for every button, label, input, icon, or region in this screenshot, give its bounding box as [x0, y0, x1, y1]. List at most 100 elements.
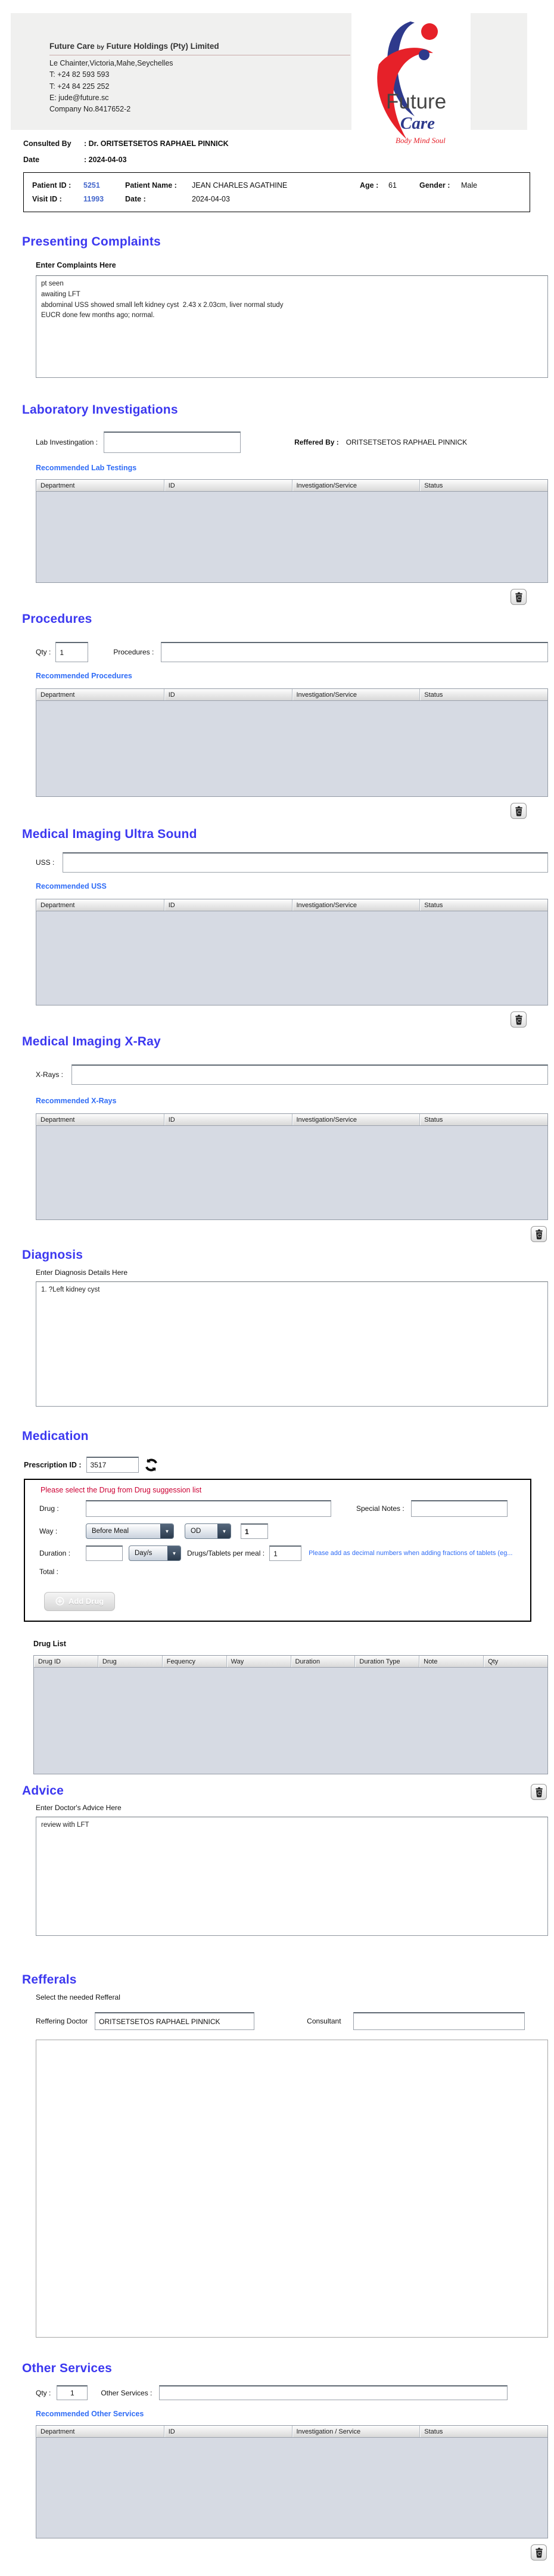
procedures-delete-button[interactable] [511, 803, 527, 819]
lab-table-header: Department ID Investigation/Service Status [36, 480, 547, 492]
uss-delete-button[interactable] [511, 1011, 527, 1028]
way-select[interactable]: Before Meal ▼ [86, 1523, 174, 1539]
drug-list-delete-button[interactable] [531, 1784, 547, 1800]
other-services-heading: Other Services [22, 2361, 113, 2375]
other-services-table-body[interactable] [36, 2438, 547, 2538]
column-header: Duration Type [355, 1656, 420, 1667]
trash-icon [535, 1787, 543, 1797]
other-services-trash-row [0, 2544, 554, 2561]
prescription-id-input[interactable] [86, 1457, 139, 1473]
visit-id-label: Visit ID : [32, 195, 62, 203]
medication-heading: Medication [22, 1429, 89, 1443]
duration-type-select[interactable]: Day/s ▼ [129, 1545, 181, 1561]
xray-recommendations-table: Department ID Investigation/Service Status [36, 1113, 548, 1220]
advice-heading: Advice [22, 1784, 64, 1798]
recommended-other-services-label: Recommended Other Services [36, 2410, 144, 2418]
uss-recommendations-table: Department ID Investigation/Service Status [36, 899, 548, 1005]
drug-list-table: Drug ID Drug Fequency Way Duration Duration T… [33, 1655, 548, 1774]
recommended-lab-label: Recommended Lab Testings [36, 464, 137, 472]
procedures-input-row: Qty : Procedures : [36, 642, 554, 662]
column-header: ID [164, 899, 292, 911]
special-notes-input[interactable] [411, 1500, 508, 1517]
column-header: Duration [291, 1656, 356, 1667]
lab-trash-row [0, 589, 554, 605]
duration-type-selected-value: Day/s [135, 1550, 152, 1557]
duration-input[interactable] [86, 1545, 123, 1561]
complaints-textarea[interactable]: pt seen awaiting LFT abdominal USS showe… [36, 275, 548, 378]
refresh-prescription-button[interactable] [144, 1457, 159, 1473]
procedures-qty-label: Qty : [36, 648, 51, 656]
column-header: Investigation / Service [292, 2426, 421, 2437]
lab-delete-button[interactable] [511, 589, 527, 605]
duration-row: Duration : Day/s ▼ Drugs/Tablets per mea… [39, 1545, 519, 1561]
drug-table-body[interactable] [34, 1668, 547, 1774]
lab-table-body[interactable] [36, 492, 547, 582]
lab-investigation-input[interactable] [104, 432, 241, 453]
procedures-heading: Procedures [22, 612, 92, 626]
duration-label: Duration : [39, 1549, 71, 1557]
procedures-qty-input[interactable] [55, 642, 89, 662]
uss-input-label: USS : [36, 858, 55, 867]
xray-delete-button[interactable] [531, 1226, 547, 1242]
add-drug-button[interactable]: Add Drug [44, 1592, 116, 1611]
reffered-by-label: Reffered By : [294, 438, 339, 446]
procedures-input[interactable] [161, 642, 548, 662]
other-services-qty-input[interactable] [57, 2385, 88, 2400]
column-header: ID [164, 2426, 292, 2437]
xray-heading: Medical Imaging X-Ray [22, 1035, 161, 1048]
lab-input-label: Lab Investingation : [36, 438, 98, 446]
procedures-recommendations-table: Department ID Investigation/Service Status [36, 688, 548, 797]
visit-date-label: Date : [125, 195, 146, 203]
uss-table-body[interactable] [36, 911, 547, 1005]
other-services-delete-button[interactable] [531, 2544, 547, 2561]
reffering-doctor-input[interactable] [95, 2012, 255, 2030]
total-label: Total : [39, 1568, 59, 1576]
drug-input[interactable] [86, 1500, 331, 1517]
way-qty-input[interactable] [241, 1523, 268, 1539]
procedures-table-body[interactable] [36, 701, 547, 796]
column-header: Qty [484, 1656, 547, 1667]
column-header: Investigation/Service [292, 689, 421, 700]
advice-heading-row: Advice [0, 1784, 554, 1800]
column-header: Drug [98, 1656, 163, 1667]
other-services-input-label: Other Services : [101, 2388, 152, 2397]
column-header: Status [420, 1114, 547, 1125]
xray-table-body[interactable] [36, 1126, 547, 1219]
diagnosis-textarea[interactable]: 1. ?Left kidney cyst [36, 1281, 548, 1407]
patient-info-box: Patient ID : 5251 Patient Name : JEAN CH… [23, 172, 530, 212]
column-header: ID [164, 1114, 292, 1125]
column-header: Investigation/Service [292, 1114, 421, 1125]
frequency-select[interactable]: OD ▼ [185, 1523, 231, 1539]
frequency-selected-value: OD [191, 1528, 201, 1535]
presenting-complaints-heading: Presenting Complaints [22, 235, 161, 249]
laboratory-heading: Laboratory Investigations [22, 403, 178, 417]
consulted-by-label: Consulted By [23, 139, 71, 148]
consultant-label: Consultant [307, 2017, 341, 2025]
xray-input[interactable] [71, 1064, 548, 1085]
other-services-input[interactable] [159, 2385, 508, 2400]
refferals-listbox[interactable] [36, 2040, 548, 2338]
consultant-input[interactable] [353, 2012, 525, 2030]
diagnosis-label: Enter Diagnosis Details Here [36, 1268, 128, 1277]
visit-id-value: 11993 [83, 195, 104, 203]
drug-suggestion-warning: Please select the Drug from Drug suggess… [41, 1486, 202, 1494]
advice-textarea[interactable]: review with LFT [36, 1817, 548, 1936]
refferals-sub-label: Select the needed Refferal [36, 1993, 120, 2001]
drug-row: Drug : Special Notes : [39, 1500, 519, 1517]
consultation-form-page: Future Care by Future Holdings (Pty) Lim… [0, 13, 554, 2576]
company-header-panel: Future Care by Future Holdings (Pty) Lim… [11, 13, 527, 149]
column-header: Department [36, 480, 164, 491]
column-header: Status [420, 2426, 547, 2437]
uss-input[interactable] [63, 852, 548, 873]
company-title: Future Care by Future Holdings (Pty) Lim… [49, 41, 350, 55]
company-name-rest: Future Holdings (Pty) Limited [106, 42, 219, 51]
patient-name-value: JEAN CHARLES AGATHINE [192, 181, 288, 190]
patient-row-1: Patient ID : 5251 Patient Name : JEAN CH… [32, 181, 521, 190]
xray-input-row: X-Rays : [36, 1064, 554, 1085]
column-header: ID [164, 689, 292, 700]
other-services-qty-label: Qty : [36, 2388, 51, 2397]
per-meal-input[interactable] [269, 1545, 302, 1561]
procedures-table-header: Department ID Investigation/Service Status [36, 689, 547, 701]
consult-date-value: : 2024-04-03 [84, 156, 127, 164]
recommended-xray-label: Recommended X-Rays [36, 1097, 117, 1105]
